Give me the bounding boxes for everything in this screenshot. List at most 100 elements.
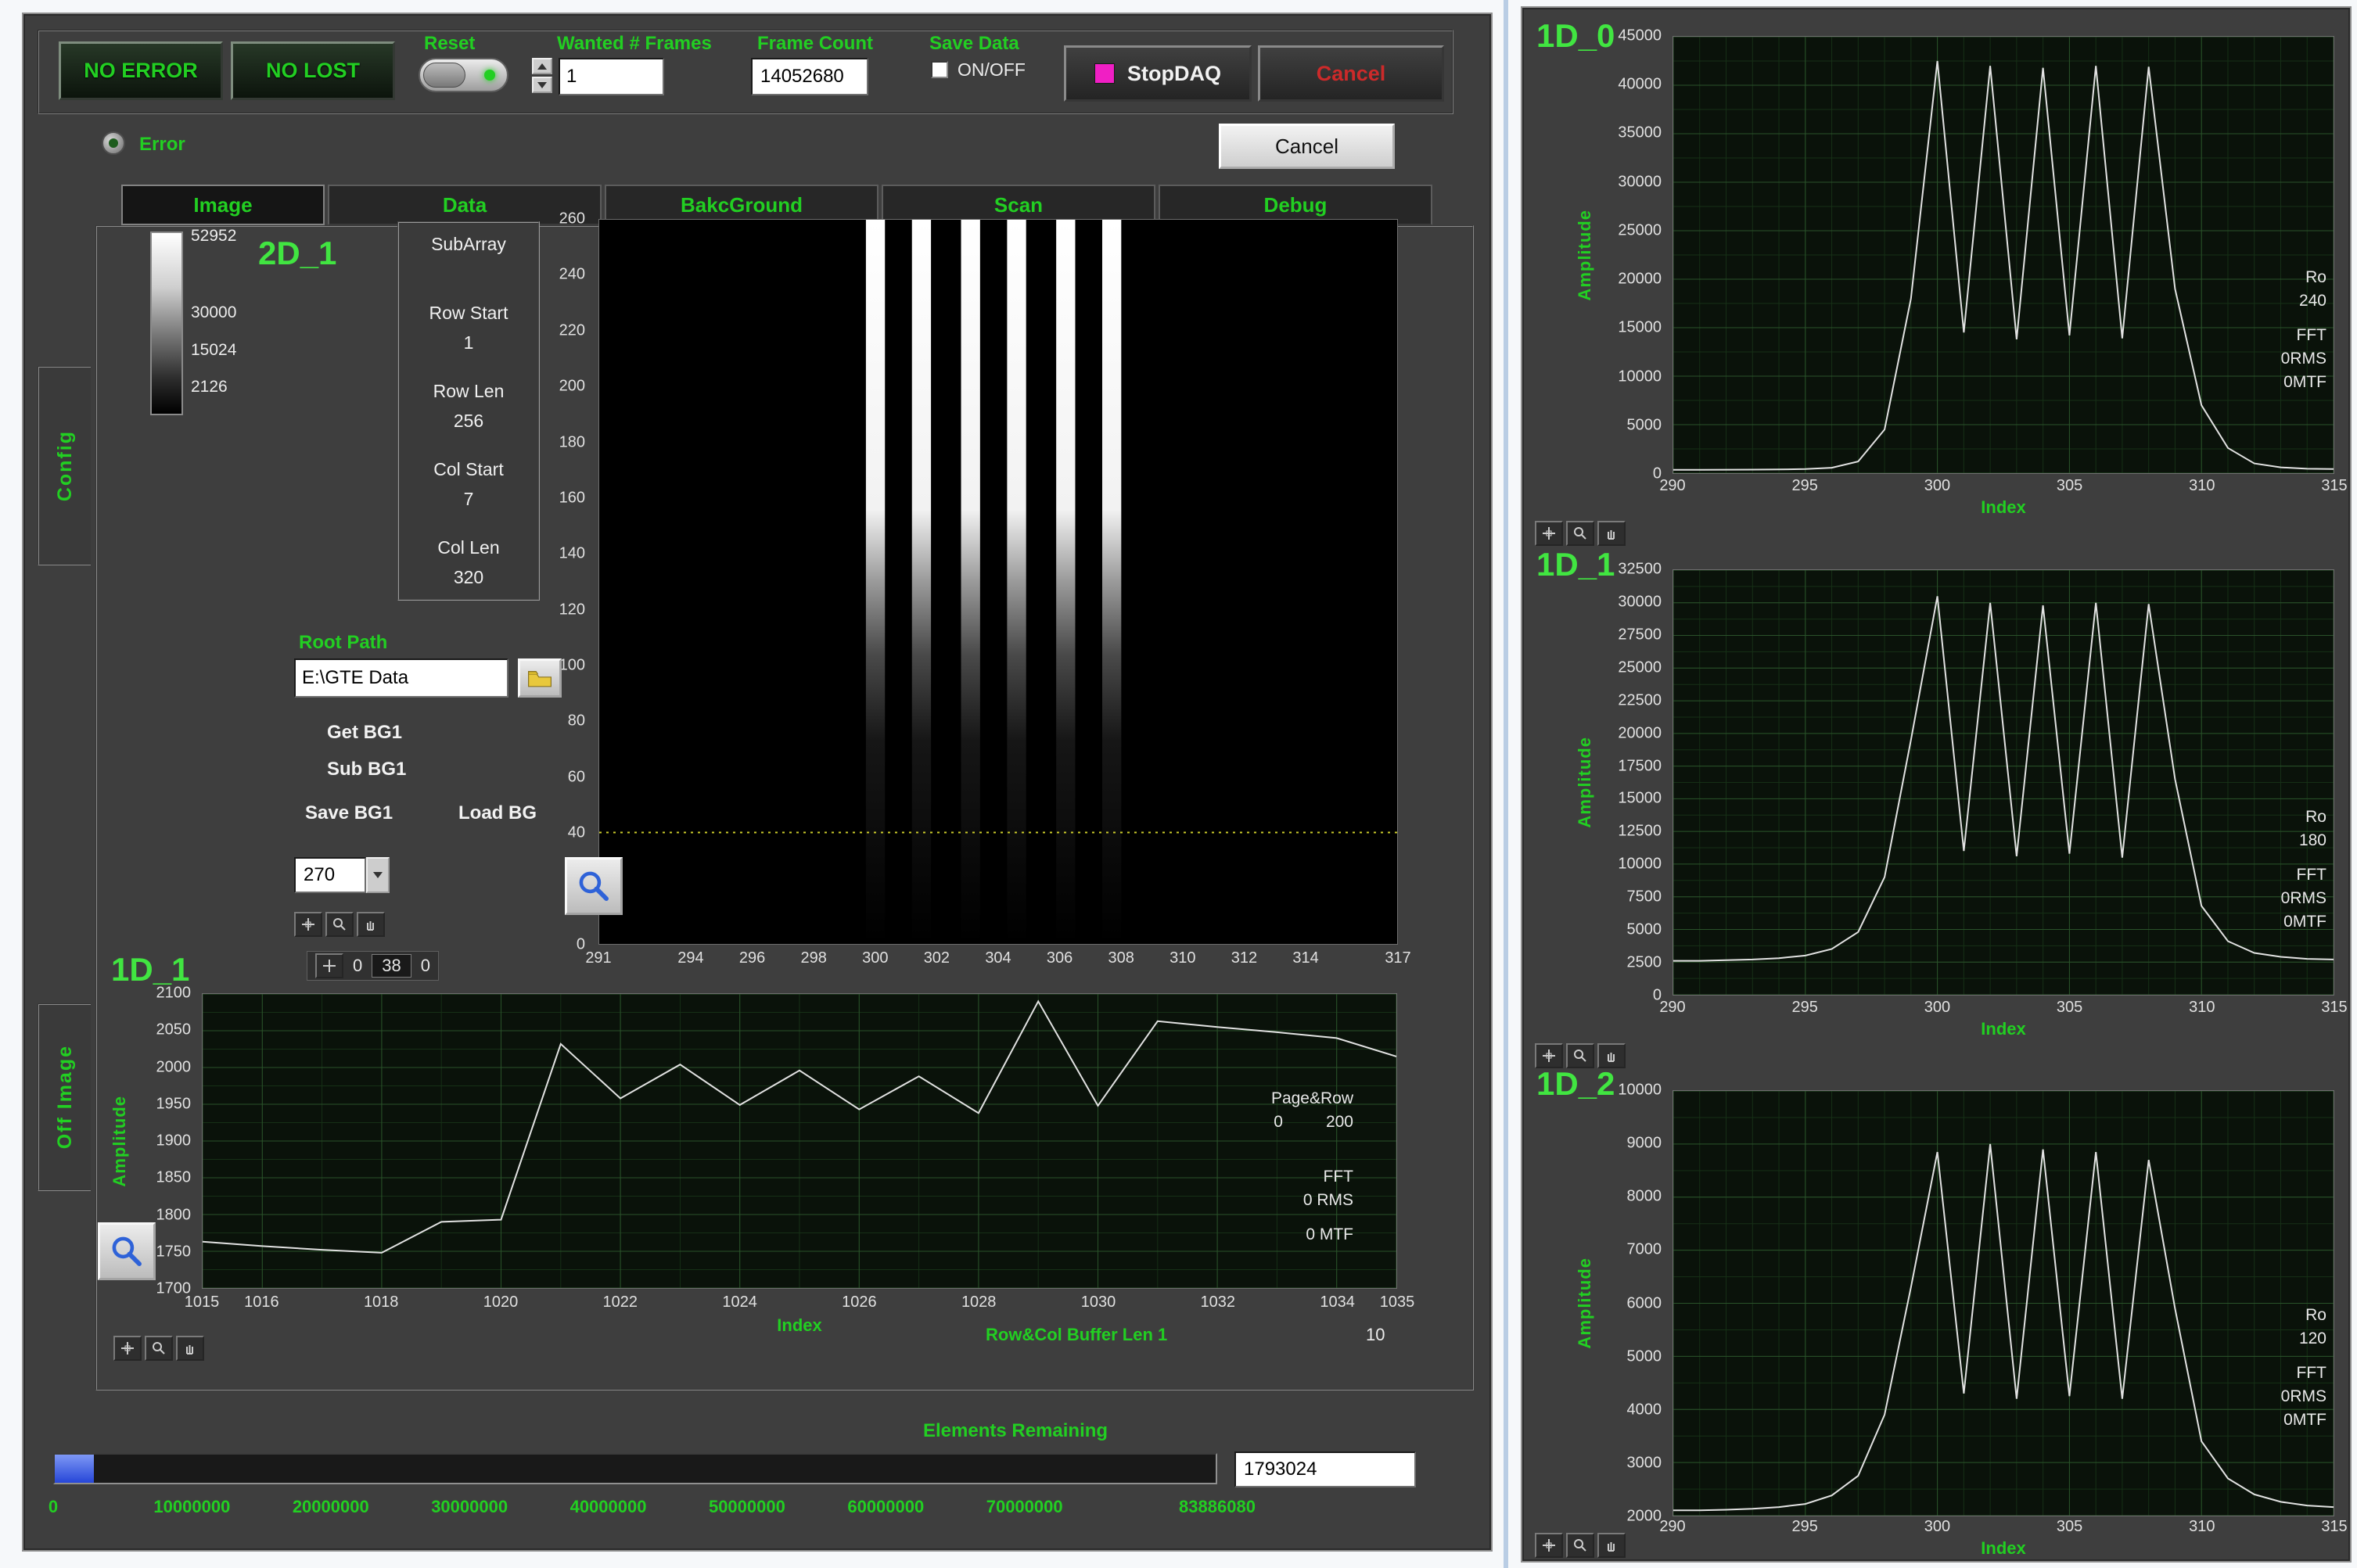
y-tick-label: 200 [559, 378, 585, 396]
zoom-tool-icon[interactable] [1566, 1533, 1594, 1558]
row-select-value: 270 [294, 857, 366, 893]
x-tick-label: 310 [1170, 949, 1195, 967]
y-tick-label: 1800 [156, 1206, 192, 1224]
cursor-tool-icon[interactable] [294, 912, 322, 937]
wanted-frames-input[interactable] [559, 58, 664, 95]
y-tick-label: 10000 [1618, 1082, 1662, 1100]
x-tick-label: 317 [1385, 949, 1410, 967]
chart-1d0-ylabel: Amplitude [1569, 36, 1601, 474]
pan-tool-icon[interactable] [357, 912, 385, 937]
sub-bg1-button[interactable]: Sub BG1 [327, 759, 406, 780]
spin-down-icon[interactable] [532, 77, 552, 93]
root-path-label: Root Path [299, 632, 387, 654]
y-tick-label: 5000 [1627, 921, 1662, 939]
y-tick-label: 30000 [1618, 173, 1662, 191]
save-data-checkbox[interactable] [931, 61, 948, 78]
reset-toggle[interactable] [419, 58, 508, 92]
spin-up-icon[interactable] [532, 58, 552, 74]
legend-fft-label: FFT [2194, 1362, 2326, 1385]
pan-tool-icon[interactable] [1597, 521, 1626, 546]
x-tick-label: 306 [1047, 949, 1073, 967]
zoom-button-2d[interactable] [565, 857, 623, 915]
chart-1d1-right-x-axis: 290295300305310315 [1673, 999, 2334, 1017]
x-tick-label: 30000000 [431, 1497, 508, 1517]
cursor-x-value: 0 [353, 956, 362, 976]
side-tab-config[interactable]: Config [38, 366, 91, 565]
ramp-label-mid1: 30000 [191, 303, 236, 322]
magnifier-icon [109, 1233, 145, 1269]
load-bg-button[interactable]: Load BG [458, 802, 537, 824]
zoom-tool-icon[interactable] [1566, 521, 1594, 546]
row-start-value: 1 [399, 332, 538, 353]
y-tick-label: 15000 [1618, 319, 1662, 337]
no-error-indicator[interactable]: NO ERROR [59, 41, 223, 100]
y-tick-label: 40000 [1618, 76, 1662, 94]
cursor-tool-icon[interactable] [1535, 521, 1563, 546]
progress-fill [55, 1455, 94, 1483]
y-tick-label: 27500 [1618, 626, 1662, 644]
y-tick-label: 1900 [156, 1132, 192, 1150]
col-len-value: 320 [399, 567, 538, 588]
ramp-label-max: 52952 [191, 227, 236, 246]
y-tick-label: 32500 [1618, 561, 1662, 579]
legend-row-label: Ro [2194, 266, 2326, 289]
stopdaq-button-label: StopDAQ [1127, 62, 1221, 86]
stopdaq-button[interactable]: StopDAQ [1064, 45, 1252, 102]
save-data-onoff-label: ON/OFF [958, 59, 1026, 81]
zoom-tool-icon[interactable] [325, 912, 354, 937]
side-tab-config-label: Config [54, 430, 77, 501]
x-tick-label: 305 [2057, 477, 2082, 495]
legend-row-value: 120 [2194, 1327, 2326, 1351]
y-tick-label: 22500 [1618, 691, 1662, 709]
root-path-input[interactable] [294, 658, 508, 698]
main-daq-window: NO ERROR NO LOST Reset Wanted # Frames F… [22, 13, 1493, 1552]
x-tick-label: 1028 [961, 1294, 997, 1311]
toggle-knob-icon [423, 63, 465, 88]
save-bg1-button[interactable]: Save BG1 [305, 802, 393, 824]
row-select-dropdown[interactable]: 270 [294, 857, 390, 893]
legend-rms-label: 0RMS [2194, 887, 2326, 910]
cancel-button-secondary[interactable]: Cancel [1219, 124, 1395, 169]
get-bg1-button[interactable]: Get BG1 [327, 722, 402, 744]
x-tick-label: 314 [1292, 949, 1318, 967]
cancel-button-top[interactable]: Cancel [1258, 45, 1444, 102]
crosshair-icon[interactable] [315, 953, 343, 978]
x-tick-label: 298 [800, 949, 826, 967]
cursor-tool-icon[interactable] [1535, 1533, 1563, 1558]
zoom-tool-icon[interactable] [145, 1336, 173, 1361]
x-tick-label: 295 [1792, 999, 1818, 1017]
pan-tool-icon[interactable] [1597, 1533, 1626, 1558]
x-tick-label: 290 [1659, 999, 1685, 1017]
y-tick-label: 0 [577, 936, 585, 954]
y-tick-label: 120 [559, 601, 585, 619]
chart-1d1-left-x-axis: 1015101610181020102210241026102810301032… [202, 1294, 1397, 1312]
toggle-led-icon [484, 70, 495, 81]
x-tick-label: 295 [1792, 477, 1818, 495]
no-lost-indicator[interactable]: NO LOST [231, 41, 395, 100]
tab-image[interactable]: Image [121, 185, 325, 225]
x-tick-label: 1026 [842, 1294, 877, 1311]
chart-canvas [1673, 37, 2334, 473]
y-tick-label: 140 [559, 545, 585, 563]
browse-folder-button[interactable] [518, 658, 562, 698]
y-tick-label: 1750 [156, 1243, 192, 1261]
y-tick-label: 5000 [1627, 1347, 1662, 1365]
chart-1d0-legend: Ro 240 FFT 0RMS 0MTF [2194, 266, 2326, 394]
pan-tool-icon[interactable] [176, 1336, 204, 1361]
side-tab-off-image[interactable]: Off Image [38, 1003, 91, 1191]
window-divider [1504, 0, 1508, 1568]
wanted-frames-label: Wanted # Frames [557, 33, 712, 55]
x-tick-label: 290 [1659, 477, 1685, 495]
x-tick-label: 300 [862, 949, 888, 967]
rowcol-buffer-value: 10 [1366, 1325, 1385, 1345]
x-tick-label: 1035 [1380, 1294, 1415, 1311]
y-tick-label: 35000 [1618, 124, 1662, 142]
graph-palette-1d0 [1535, 521, 1626, 546]
cursor-tool-icon[interactable] [113, 1336, 142, 1361]
error-led[interactable] [102, 131, 125, 155]
y-tick-label: 2500 [1627, 954, 1662, 972]
dropdown-arrow-icon[interactable] [366, 857, 390, 893]
y-tick-label: 160 [559, 489, 585, 507]
frame-count-display: 14052680 [751, 58, 868, 95]
zoom-button-1d1[interactable] [98, 1222, 156, 1280]
